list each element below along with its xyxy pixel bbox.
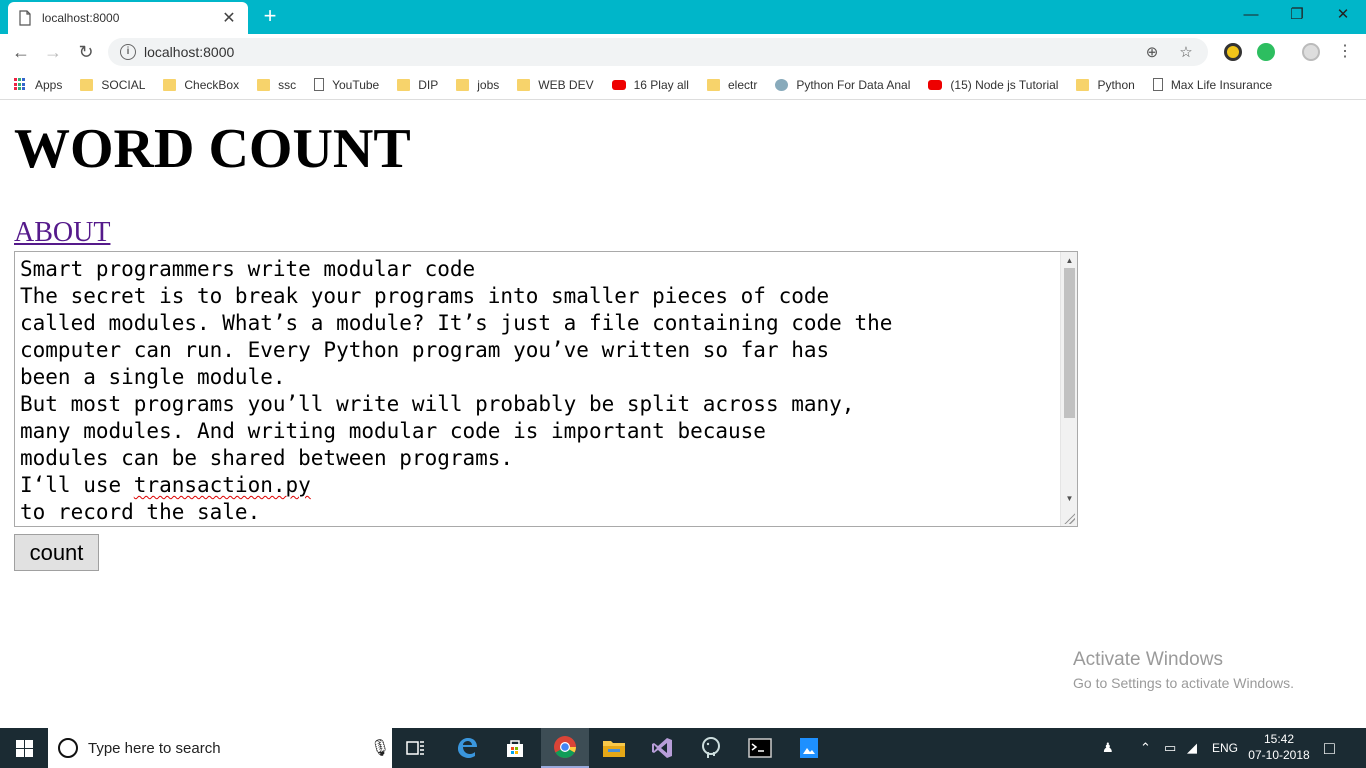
address-bar[interactable]: i localhost:8000 ⊕ ☆: [108, 38, 1208, 66]
bookmark-ssc[interactable]: ssc: [257, 78, 296, 92]
terminal-icon[interactable]: [736, 728, 784, 768]
bookmark-web-dev[interactable]: WEB DEV: [517, 78, 594, 92]
page-icon: [1152, 78, 1163, 91]
task-view-icon[interactable]: [392, 728, 440, 768]
bookmark-python-data[interactable]: Python For Data Anal: [775, 78, 910, 92]
bookmark-checkbox[interactable]: CheckBox: [163, 78, 239, 92]
apps-icon: [14, 78, 27, 91]
folder-icon: [456, 78, 470, 91]
scroll-down-icon[interactable]: ▼: [1061, 492, 1077, 506]
bookmark-16-play-all[interactable]: 16 Play all: [611, 78, 689, 92]
menu-icon[interactable]: ⋮: [1332, 40, 1358, 64]
youtube-icon: [928, 79, 943, 90]
url-text[interactable]: localhost:8000: [144, 44, 1128, 60]
store-icon[interactable]: [491, 728, 539, 768]
toolbar: ← → ↻ i localhost:8000 ⊕ ☆ ⋮: [0, 34, 1366, 70]
browser-tab[interactable]: localhost:8000 ✕: [8, 2, 248, 34]
textarea-scrollbar[interactable]: ▲ ▼: [1060, 252, 1077, 526]
bookmark-star-icon[interactable]: ☆: [1176, 43, 1196, 61]
forward-icon[interactable]: →: [40, 40, 66, 64]
activation-watermark: Activate Windows Go to Settings to activ…: [1073, 649, 1294, 691]
site-info-icon[interactable]: i: [120, 44, 136, 60]
evernote-icon[interactable]: [1257, 43, 1275, 61]
tab-title: localhost:8000: [42, 11, 120, 25]
close-tab-icon[interactable]: ✕: [220, 8, 238, 28]
photos-icon[interactable]: [785, 728, 833, 768]
network-icon[interactable]: ◢: [1187, 728, 1197, 768]
chrome-icon[interactable]: [541, 728, 589, 768]
bookmark-jobs[interactable]: jobs: [456, 78, 499, 92]
browser-window: localhost:8000 ✕ + — ❐ ✕ ← → ↻ i localho…: [0, 0, 1366, 768]
start-button[interactable]: [0, 728, 48, 768]
extension-icon[interactable]: [1224, 43, 1242, 61]
text-input[interactable]: Smart programmers write modular code The…: [14, 251, 1078, 527]
bookmarks-bar: Apps SOCIAL CheckBox ssc YouTube DIP job…: [0, 70, 1366, 100]
reload-icon[interactable]: ↻: [73, 40, 99, 64]
new-tab-button[interactable]: +: [258, 4, 282, 28]
file-explorer-icon[interactable]: [590, 728, 638, 768]
windows-icon: [15, 739, 33, 757]
taskbar: Type here to search 🎙 ♟ ⌃ ▭ ◢ ENG 15:42 …: [0, 728, 1366, 768]
system-clock[interactable]: 15:42 07-10-2018: [1248, 731, 1310, 763]
youtube-icon: [611, 79, 626, 90]
count-button[interactable]: count: [14, 534, 99, 571]
resize-handle-icon[interactable]: [1063, 512, 1075, 524]
chevron-up-icon[interactable]: ⌃: [1140, 728, 1151, 768]
cortana-icon: [58, 738, 78, 758]
folder-icon: [80, 78, 94, 91]
tab-bar: localhost:8000 ✕ + — ❐ ✕: [0, 0, 1366, 34]
folder-icon: [1076, 78, 1090, 91]
bookmark-node-js[interactable]: (15) Node js Tutorial: [928, 78, 1058, 92]
people-icon[interactable]: ♟: [1102, 728, 1114, 768]
bookmark-dip[interactable]: DIP: [397, 78, 438, 92]
misspelled-word: transaction.py: [133, 473, 311, 497]
language-indicator[interactable]: ENG: [1212, 728, 1238, 768]
restore-icon[interactable]: ❐: [1274, 0, 1320, 30]
page-icon: [19, 10, 31, 26]
page-icon: [314, 78, 325, 91]
close-window-icon[interactable]: ✕: [1320, 0, 1366, 30]
folder-icon: [163, 78, 177, 91]
battery-icon[interactable]: ▭: [1164, 728, 1176, 768]
folder-icon: [257, 78, 271, 91]
about-link[interactable]: ABOUT: [14, 217, 110, 249]
page-content: WORD COUNT ABOUT Smart programmers write…: [0, 101, 1366, 728]
search-placeholder: Type here to search: [88, 739, 221, 757]
bookmark-apps[interactable]: Apps: [14, 78, 62, 92]
site-icon: [775, 78, 789, 91]
textarea-content[interactable]: Smart programmers write modular code The…: [20, 256, 892, 526]
visual-studio-icon[interactable]: [638, 728, 686, 768]
postgres-icon[interactable]: [687, 728, 735, 768]
notifications-icon[interactable]: □: [1324, 728, 1335, 768]
bookmark-python[interactable]: Python: [1076, 78, 1135, 92]
zoom-icon[interactable]: ⊕: [1142, 43, 1162, 61]
folder-icon: [397, 78, 411, 91]
scrollbar-thumb[interactable]: [1064, 268, 1075, 418]
back-icon[interactable]: ←: [8, 40, 34, 64]
profile-avatar[interactable]: [1302, 43, 1320, 61]
folder-icon: [706, 78, 720, 91]
scroll-up-icon[interactable]: ▲: [1061, 254, 1077, 268]
folder-icon: [517, 78, 531, 91]
taskbar-search[interactable]: Type here to search 🎙: [48, 728, 392, 768]
minimize-icon[interactable]: —: [1228, 0, 1274, 30]
bookmark-max-life[interactable]: Max Life Insurance: [1152, 78, 1272, 92]
bookmark-electr[interactable]: electr: [706, 78, 757, 92]
edge-icon[interactable]: [443, 728, 491, 768]
microphone-icon[interactable]: 🎙: [368, 738, 392, 758]
bookmark-social[interactable]: SOCIAL: [80, 78, 145, 92]
bookmark-youtube[interactable]: YouTube: [314, 78, 379, 92]
page-title: WORD COUNT: [14, 118, 411, 180]
